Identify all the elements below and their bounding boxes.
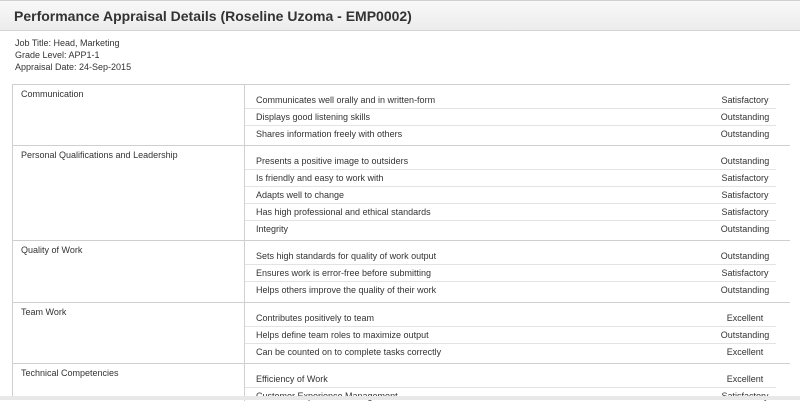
grade-level: Grade Level: APP1-1 [15,50,100,60]
bottom-edge-shadow [0,396,800,400]
category-label: Personal Qualifications and Leadership [21,150,178,160]
criterion-row: Helps others improve the quality of thei… [245,281,790,298]
criterion-label: Displays good listening skills [256,112,371,122]
criterion-label: Integrity [256,224,289,234]
criterion-row: Efficiency of Work Excellent [245,370,790,387]
rating-value: Satisfactory [721,207,769,217]
criterion-label: Sets high standards for quality of work … [256,251,437,261]
category-label: Communication [21,89,84,99]
criterion-row: Adapts well to change Satisfactory [245,186,790,203]
criterion-row: Has high professional and ethical standa… [245,203,790,220]
criterion-label: Helps define team roles to maximize outp… [256,330,429,340]
panel-header: Performance Appraisal Details (Roseline … [0,1,800,31]
criterion-label: Communicates well orally and in written-… [256,95,436,105]
rating-value: Outstanding [720,224,770,234]
criterion-row: Helps define team roles to maximize outp… [245,326,790,343]
criterion-row: Presents a positive image to outsiders O… [245,152,790,169]
category-label: Technical Competencies [21,368,119,378]
rating-value: Outstanding [720,330,770,340]
rating-value: Excellent [726,374,764,384]
appraisal-group-team-work: Team Work Contributes positively to team… [13,302,790,364]
criterion-row: Sets high standards for quality of work … [245,247,790,264]
rating-value: Satisfactory [721,268,769,278]
criterion-row: Integrity Outstanding [245,220,790,237]
rating-value: Excellent [726,347,764,357]
category-label: Team Work [21,307,67,317]
criterion-row: Communicates well orally and in written-… [245,91,790,108]
rating-value: Outstanding [720,251,770,261]
criterion-label: Efficiency of Work [256,374,328,384]
criterion-row: Is friendly and easy to work with Satisf… [245,169,790,186]
criterion-label: Is friendly and easy to work with [256,173,384,183]
rating-value: Outstanding [720,156,770,166]
criterion-label: Has high professional and ethical standa… [256,207,431,217]
criterion-label: Can be counted on to complete tasks corr… [256,347,442,357]
criterion-row: Can be counted on to complete tasks corr… [245,343,790,360]
rating-value: Satisfactory [721,190,769,200]
criterion-label: Ensures work is error-free before submit… [256,268,432,278]
criterion-row: Ensures work is error-free before submit… [245,264,790,281]
job-title: Job Title: Head, Marketing [15,38,120,48]
criterion-row: Shares information freely with others Ou… [245,125,790,142]
category-label: Quality of Work [21,245,83,255]
appraisal-group-communication: Communication Communicates well orally a… [13,84,790,146]
criterion-row: Contributes positively to team Excellent [245,309,790,326]
criterion-label: Adapts well to change [256,190,345,200]
criterion-label: Presents a positive image to outsiders [256,156,409,166]
rating-value: Excellent [726,313,764,323]
panel-title: Performance Appraisal Details (Roseline … [14,8,412,24]
criterion-label: Shares information freely with others [256,129,403,139]
appraisal-group-quality-of-work: Quality of Work Sets high standards for … [13,240,790,303]
rating-value: Satisfactory [721,173,769,183]
rating-value: Satisfactory [721,95,769,105]
appraisal-date: Appraisal Date: 24-Sep-2015 [15,62,132,72]
appraisal-group-personal-qualifications: Personal Qualifications and Leadership P… [13,145,790,241]
criterion-row: Displays good listening skills Outstandi… [245,108,790,125]
rating-value: Outstanding [720,129,770,139]
rating-value: Outstanding [720,285,770,295]
criterion-label: Helps others improve the quality of thei… [256,285,437,295]
rating-value: Outstanding [720,112,770,122]
criterion-label: Contributes positively to team [256,313,375,323]
